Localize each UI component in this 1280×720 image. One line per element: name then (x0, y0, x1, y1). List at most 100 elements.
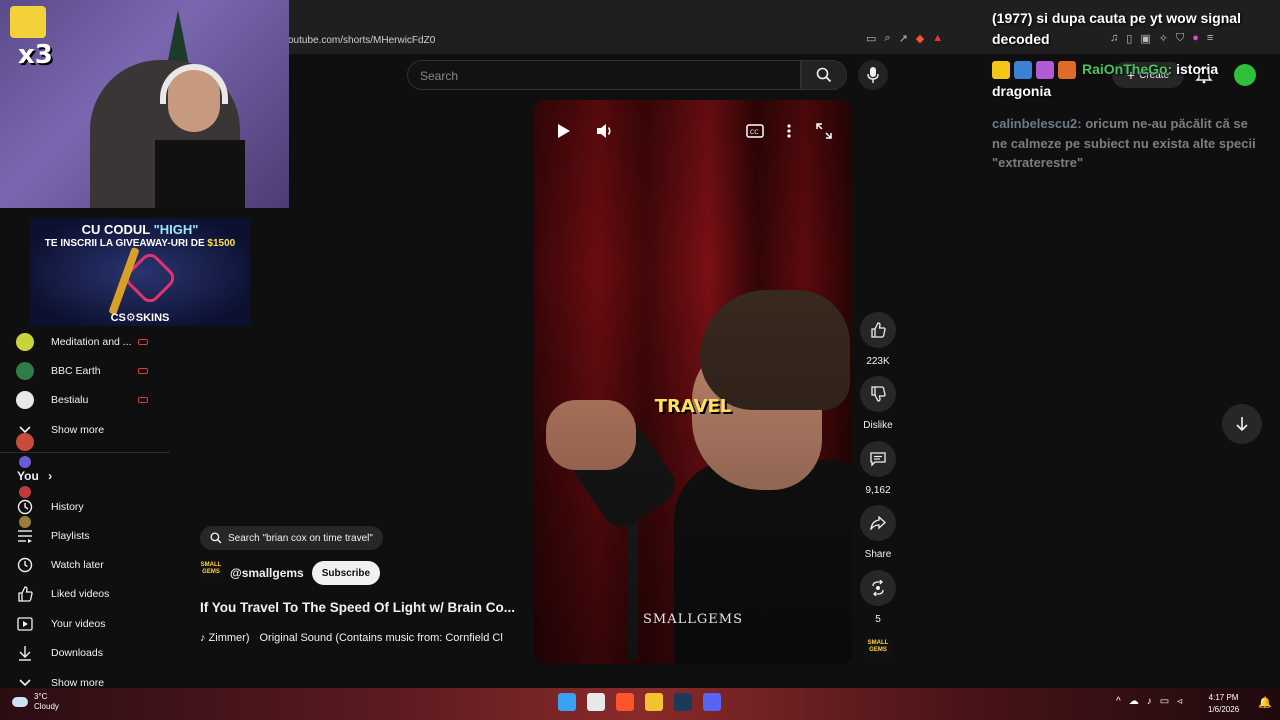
fullscreen-button[interactable] (813, 120, 835, 142)
multiplier-badge: x3 (18, 40, 53, 70)
url-text[interactable]: outube.com/shorts/MHerwicFdZ0 (280, 35, 435, 46)
sidebar-item-liked-videos[interactable]: Liked videos (16, 584, 109, 604)
voice-search-button[interactable] (858, 60, 888, 90)
sidebar-item-history[interactable]: History (16, 497, 84, 517)
taskbar-clock[interactable]: 4:17 PM 1/6/2026 (1208, 692, 1239, 716)
crown-icon (992, 61, 1010, 80)
taskbar-apps (558, 693, 721, 711)
search-icon (816, 67, 832, 83)
you-section-heading[interactable]: You › (17, 469, 52, 483)
show-more-label: Show more (51, 424, 105, 436)
install-icon[interactable]: ▭ (866, 32, 876, 45)
volume-icon[interactable]: ♪ (1147, 696, 1152, 707)
shorts-player[interactable]: TRAVEL SMALLGEMS CC (534, 100, 852, 664)
like-count: 223K (866, 356, 890, 367)
chat-message-1: (1977) si dupa cauta pe yt wow signal de… (992, 10, 1241, 47)
play-button[interactable] (553, 120, 575, 142)
comment-count: 9,162 (865, 485, 891, 496)
subscribe-button[interactable]: Subscribe (311, 561, 381, 585)
comments-button[interactable]: 9,162 (858, 441, 898, 496)
arrow-down-icon (1236, 417, 1248, 432)
notification-bell-icon[interactable]: 🔔 (1258, 696, 1272, 709)
video-title[interactable]: If You Travel To The Speed Of Light w/ B… (200, 600, 525, 615)
like-button[interactable]: 223K (858, 312, 898, 367)
badge-icon (1014, 61, 1032, 80)
video-caption: TRAVEL (654, 396, 732, 417)
share-icon[interactable]: ↗ (899, 32, 908, 45)
share-label: Share (864, 549, 892, 560)
chevron-right-icon: › (48, 469, 53, 483)
sidebar-item-playlists[interactable]: Playlists (16, 526, 90, 546)
network-icon[interactable]: ☁ (1129, 696, 1139, 707)
dislike-button[interactable]: Dislike (858, 376, 898, 431)
temperature: 3°C (34, 692, 48, 701)
next-short-button[interactable] (1222, 404, 1262, 444)
thumb-up-icon (871, 322, 886, 338)
windows-start-icon[interactable] (558, 693, 576, 711)
rewards-icon[interactable]: ▲ (932, 32, 943, 45)
more-options-button[interactable] (778, 120, 800, 142)
emote-face-icon (10, 6, 46, 38)
comment-icon (870, 452, 886, 467)
speaker-icon[interactable]: ◃ (1177, 696, 1182, 707)
show-more-subscriptions[interactable]: Show more (16, 420, 104, 440)
system-tray: ^ ☁ ♪ ▭ ◃ (1116, 696, 1182, 707)
sponsor-line-2: TE INSCRII LA GIVEAWAY-URI DE $1500 (30, 238, 250, 249)
thumb-up-icon (16, 585, 34, 603)
weather-widget[interactable]: 3°C Cloudy (12, 692, 59, 712)
playlists-icon (16, 527, 34, 545)
sponsor-line-2-text: TE INSCRII LA GIVEAWAY-URI DE (44, 238, 208, 249)
sponsor-amount: $1500 (207, 238, 236, 249)
discord-icon[interactable] (703, 693, 721, 711)
live-indicator-icon (138, 368, 148, 374)
sound-title: Original Sound (Contains music from: Cor… (259, 632, 503, 644)
live-indicator-icon (138, 397, 148, 403)
windows-taskbar: 3°C Cloudy ^ ☁ ♪ ▭ ◃ 4:17 PM 1/6/2026 🔔 (0, 688, 1280, 720)
gift-icon (1036, 61, 1054, 80)
sidebar-item-downloads[interactable]: Downloads (16, 643, 103, 663)
search-input[interactable]: Search (407, 60, 801, 90)
share-button[interactable]: Share (858, 505, 898, 560)
brave-browser-icon[interactable] (616, 693, 634, 711)
file-explorer-icon[interactable] (645, 693, 663, 711)
video-watermark: SMALLGEMS (643, 612, 743, 627)
subscription-item-bbc-earth[interactable]: BBC Earth (16, 361, 148, 381)
weather-condition: Cloudy (34, 702, 59, 711)
expand-icon (816, 123, 832, 139)
subscription-item-bestialu[interactable]: Bestialu (16, 390, 148, 410)
channel-avatar (19, 456, 31, 468)
chevron-up-icon[interactable]: ^ (1116, 696, 1121, 707)
share-icon (870, 516, 886, 530)
sound-row[interactable]: ♪ Zimmer) Original Sound (Contains music… (200, 632, 524, 644)
sidebar-item-your-videos[interactable]: Your videos (16, 614, 105, 634)
sidebar-item-label: Downloads (51, 647, 103, 659)
sponsor-line-1-text: CU CODUL (81, 222, 154, 237)
remix-button[interactable]: 5 (858, 570, 898, 625)
steam-icon[interactable] (674, 693, 692, 711)
related-search-chip[interactable]: Search "brian cox on time travel" (200, 526, 383, 550)
display-icon[interactable]: ▭ (1160, 696, 1169, 707)
download-icon (16, 644, 34, 662)
sidebar-item-watch-later[interactable]: Watch later (16, 555, 104, 575)
zoom-icon[interactable]: ⌕ (884, 32, 890, 45)
volume-button[interactable] (594, 120, 616, 142)
chevron-down-icon (16, 421, 34, 439)
sponsor-code: "HIGH" (153, 222, 199, 237)
volume-icon (597, 124, 611, 138)
sidebar-item-label: Watch later (51, 559, 104, 571)
chat-badges (992, 61, 1076, 80)
subscription-item-meditation[interactable]: Meditation and ... (16, 332, 148, 352)
channel-avatar (16, 391, 34, 409)
channel-handle[interactable]: @smallgems (230, 566, 304, 580)
task-view-icon[interactable] (587, 693, 605, 711)
sidebar-item-label: Your videos (51, 618, 106, 630)
search-button[interactable] (801, 60, 847, 90)
sponsor-line-1: CU CODUL "HIGH" (30, 222, 250, 237)
brave-shield-icon[interactable]: ◆ (916, 32, 924, 45)
sound-channel-thumbnail[interactable]: SMALL GEMS (864, 640, 892, 658)
play-icon (558, 124, 570, 138)
captions-button[interactable]: CC (744, 120, 766, 142)
channel-avatar[interactable]: SMALL GEMS (200, 562, 222, 584)
chat-username: calinbelescu2: (992, 116, 1082, 131)
sidebar-item-label: History (51, 501, 84, 513)
